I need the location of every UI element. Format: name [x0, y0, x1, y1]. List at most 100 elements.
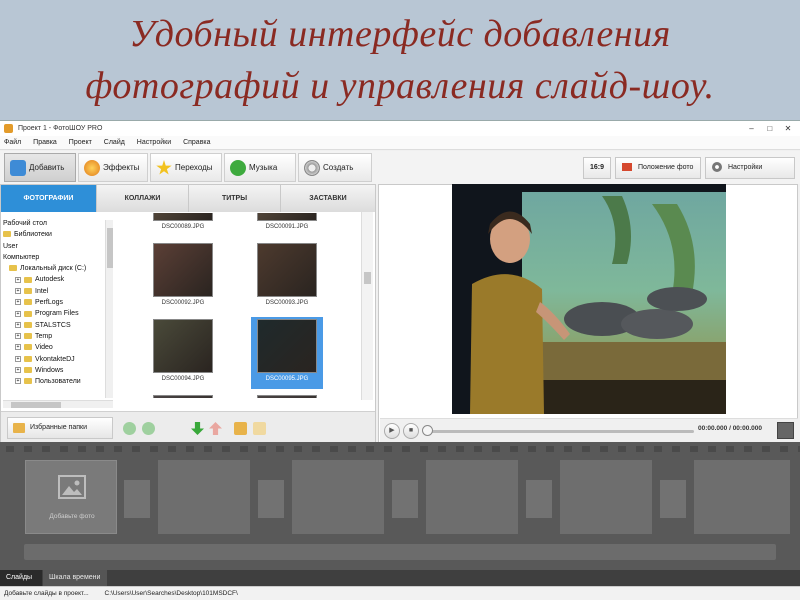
expand-icon[interactable]: +: [15, 355, 21, 362]
transitions-button-label: Переходы: [175, 163, 213, 172]
aspect-ratio-button[interactable]: 16:9: [583, 157, 611, 179]
tree-item-label: Program Files: [35, 310, 79, 318]
thumbnail-filename: DSC00092.JPG: [161, 300, 205, 306]
slide-title: Удобный интерфейс добавления фотографий …: [0, 8, 800, 112]
tree-item[interactable]: + Windows: [3, 365, 113, 376]
expand-icon[interactable]: +: [15, 299, 21, 306]
close-button[interactable]: ✕: [780, 121, 796, 136]
maximize-button[interactable]: □: [762, 121, 778, 136]
playback-track[interactable]: [426, 430, 694, 433]
photo-thumbnail[interactable]: DSC00091.JPG: [251, 213, 323, 237]
menu-file[interactable]: Файл: [4, 139, 21, 146]
music-button-label: Музыка: [249, 163, 278, 172]
expand-icon[interactable]: +: [15, 344, 21, 351]
tree-item-label: Temp: [35, 332, 53, 340]
tree-item[interactable]: + Program Files: [3, 308, 113, 319]
menu-help[interactable]: Справка: [183, 139, 210, 146]
view-tabs: Слайды Шкала времени: [0, 570, 800, 586]
tree-item[interactable]: User: [3, 241, 113, 252]
tab-intros[interactable]: ЗАСТАВКИ: [281, 185, 375, 212]
folder-icon: [24, 344, 32, 351]
photo-thumbnail[interactable]: [251, 393, 323, 398]
add-folder-icon[interactable]: [234, 422, 247, 435]
empty-slide-slot[interactable]: [158, 460, 250, 534]
tab-titles[interactable]: ТИТРЫ: [189, 185, 281, 212]
preview-photo: [452, 184, 726, 414]
folder-icon: [24, 378, 32, 385]
tree-item-label: Рабочий стол: [3, 220, 47, 227]
photo-thumbnail[interactable]: DSC00093.JPG: [251, 241, 323, 313]
tree-item[interactable]: + PerfLogs: [3, 297, 113, 308]
status-hint: Добавьте слайды в проект...: [4, 590, 89, 597]
tree-scrollbar[interactable]: [105, 220, 113, 398]
tree-item[interactable]: Библиотеки: [3, 229, 113, 240]
folder-icon: [24, 310, 32, 317]
tree-item[interactable]: + Intel: [3, 286, 113, 297]
tree-item[interactable]: + Пользователи: [3, 376, 113, 387]
tab-timeline[interactable]: Шкала времени: [43, 570, 107, 586]
fullscreen-button[interactable]: [777, 422, 794, 439]
add-button[interactable]: Добавить: [4, 153, 76, 182]
forward-icon[interactable]: [142, 422, 155, 435]
remove-up-arrow-icon[interactable]: [209, 422, 222, 435]
back-icon[interactable]: [123, 422, 136, 435]
transitions-button[interactable]: Переходы: [150, 153, 222, 182]
expand-icon[interactable]: +: [15, 367, 21, 374]
empty-slide-slot[interactable]: [694, 460, 790, 534]
slide-filmstrip: Добавьте фото: [0, 442, 800, 570]
empty-slide-slot[interactable]: [426, 460, 518, 534]
tree-item[interactable]: + Autodesk: [3, 274, 113, 285]
tree-item-label: Библиотеки: [14, 231, 52, 239]
empty-slide-slot[interactable]: [292, 460, 384, 534]
expand-icon[interactable]: +: [15, 287, 21, 294]
tab-slides[interactable]: Слайды: [0, 570, 42, 586]
folder-icon[interactable]: [253, 422, 266, 435]
thumbnail-image: [153, 243, 213, 297]
tree-item-label: User: [3, 242, 18, 250]
expand-icon[interactable]: +: [15, 333, 21, 340]
music-button[interactable]: Музыка: [224, 153, 296, 182]
create-button[interactable]: Создать: [298, 153, 372, 182]
tree-item[interactable]: + VkontakteDJ: [3, 354, 113, 365]
slide-title-line2: фотографий и управления слайд-шоу.: [85, 65, 715, 107]
project-settings-button[interactable]: Настройки проекта: [705, 157, 795, 191]
photo-thumbnail[interactable]: DSC00095.JPG: [251, 317, 323, 389]
add-photo-slot[interactable]: Добавьте фото: [25, 460, 117, 534]
tree-item[interactable]: + Temp: [3, 331, 113, 342]
expand-icon[interactable]: +: [15, 378, 21, 385]
photo-thumbnail[interactable]: DSC00089.JPG: [147, 213, 219, 237]
player-controls: ▶ ■ 00:00.000 / 00:00.000: [380, 418, 798, 442]
expand-icon[interactable]: +: [15, 276, 21, 283]
empty-slide-slot[interactable]: [560, 460, 652, 534]
effects-button[interactable]: Эффекты: [78, 153, 148, 182]
image-placeholder-icon: [58, 475, 86, 499]
photo-thumbnail[interactable]: DSC00092.JPG: [147, 241, 219, 313]
playback-slider-handle[interactable]: [422, 425, 433, 436]
tab-collages[interactable]: КОЛЛАЖИ: [97, 185, 189, 212]
expand-icon[interactable]: +: [15, 310, 21, 317]
grid-scrollbar[interactable]: [361, 212, 373, 400]
add-down-arrow-icon[interactable]: [191, 422, 204, 435]
menu-edit[interactable]: Правка: [33, 139, 57, 146]
menu-slide[interactable]: Слайд: [104, 139, 125, 146]
menu-project[interactable]: Проект: [69, 139, 92, 146]
expand-icon[interactable]: +: [15, 321, 21, 328]
audio-track[interactable]: [24, 544, 776, 560]
tree-item[interactable]: + Video: [3, 342, 113, 353]
tree-item[interactable]: Локальный диск (C:): [3, 263, 113, 274]
tree-item[interactable]: + STALSTCS: [3, 320, 113, 331]
photo-thumbnail[interactable]: [147, 393, 219, 398]
tree-horizontal-scrollbar[interactable]: [3, 400, 113, 408]
favorite-folders-button[interactable]: Избранные папки: [7, 417, 113, 439]
folder-icon: [24, 355, 32, 362]
tree-item[interactable]: Компьютер: [3, 252, 113, 263]
play-button[interactable]: ▶: [384, 423, 400, 439]
folder-icon: [24, 287, 32, 294]
menu-settings[interactable]: Настройки: [137, 139, 171, 146]
photo-position-button[interactable]: Положение фото: [615, 157, 701, 179]
minimize-button[interactable]: –: [744, 121, 760, 136]
photo-thumbnail[interactable]: DSC00094.JPG: [147, 317, 219, 389]
tab-photos[interactable]: ФОТОГРАФИИ: [1, 185, 97, 212]
tree-item[interactable]: Рабочий стол: [3, 218, 113, 229]
stop-button[interactable]: ■: [403, 423, 419, 439]
